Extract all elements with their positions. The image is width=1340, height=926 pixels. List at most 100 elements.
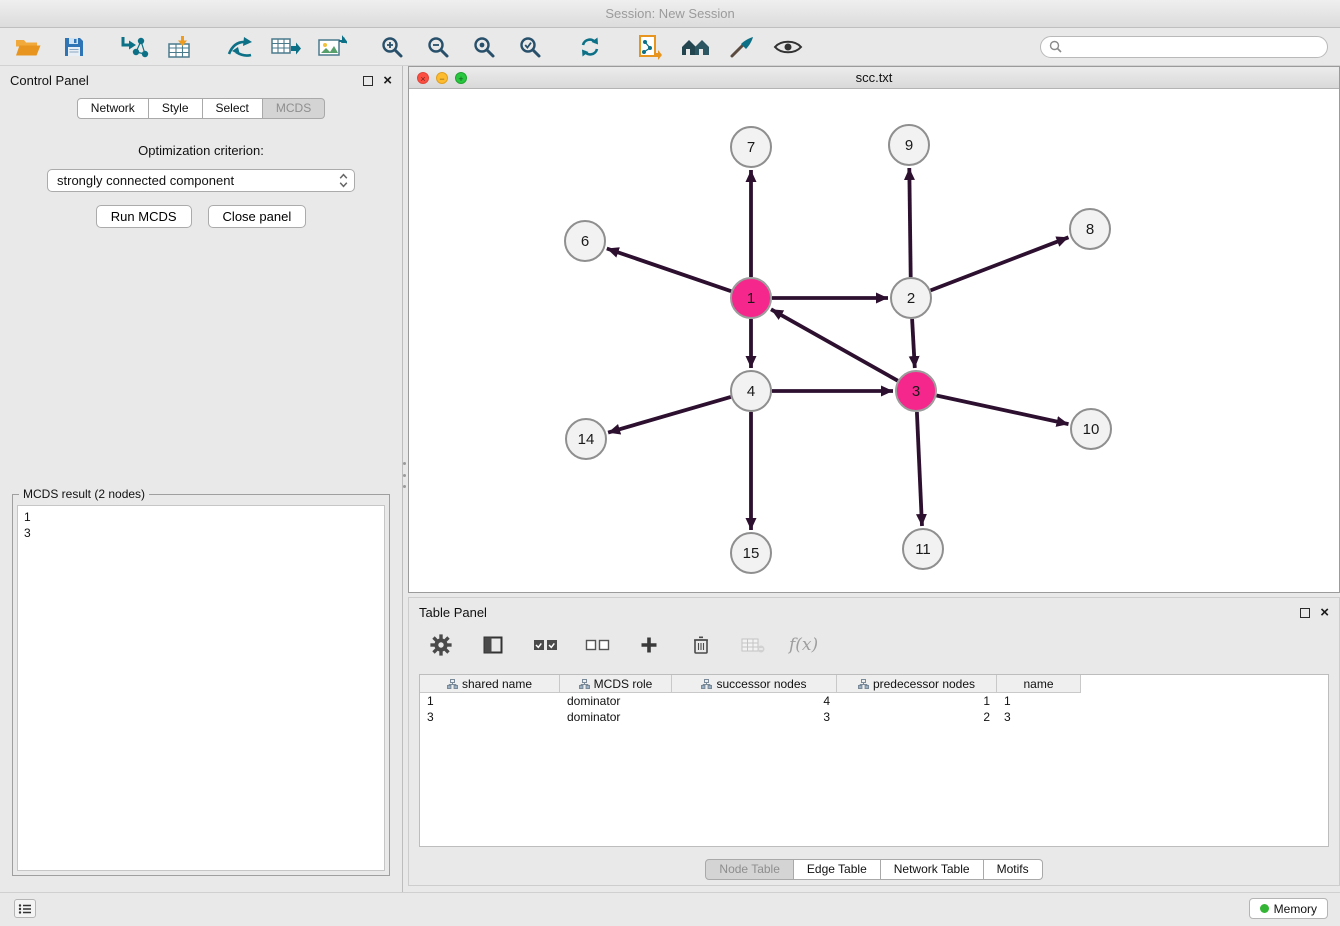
delete-table-icon xyxy=(741,637,765,653)
column-type-icon xyxy=(858,679,869,689)
delete-table-button[interactable] xyxy=(737,630,769,660)
graph-node-2[interactable]: 2 xyxy=(891,278,931,318)
delete-column-button[interactable] xyxy=(685,630,717,660)
zoom-selected-button[interactable] xyxy=(514,32,546,62)
tab-select[interactable]: Select xyxy=(203,98,263,119)
column-type-icon xyxy=(701,679,712,689)
function-builder-button[interactable]: f(x) xyxy=(789,635,818,655)
deselect-all-columns-button[interactable] xyxy=(581,630,613,660)
graph-node-7[interactable]: 7 xyxy=(731,127,771,167)
column-type-icon xyxy=(579,679,590,689)
zoom-in-button[interactable] xyxy=(376,32,408,62)
style-paint-button[interactable] xyxy=(726,32,758,62)
memory-button[interactable]: Memory xyxy=(1249,898,1328,919)
graph-node-label: 14 xyxy=(578,431,595,448)
show-columns-button[interactable] xyxy=(477,630,509,660)
traffic-minimize-icon[interactable] xyxy=(436,72,448,84)
table-settings-button[interactable] xyxy=(425,630,457,660)
tab-network[interactable]: Network xyxy=(77,98,149,119)
cell-mcds-role[interactable]: dominator xyxy=(560,709,672,725)
graph-edge-2-8[interactable] xyxy=(931,237,1069,290)
cell-shared-name[interactable]: 3 xyxy=(420,709,560,725)
select-all-columns-button[interactable] xyxy=(529,630,561,660)
graph-node-6[interactable]: 6 xyxy=(565,221,605,261)
cell-mcds-role[interactable]: dominator xyxy=(560,693,672,709)
table-row[interactable]: 3 dominator 3 2 3 xyxy=(420,709,1328,725)
open-session-button[interactable] xyxy=(12,32,44,62)
column-header-successor-nodes[interactable]: successor nodes xyxy=(672,675,837,693)
trash-icon xyxy=(693,635,709,655)
home-button[interactable] xyxy=(680,32,712,62)
table-row[interactable]: 1 dominator 4 1 1 xyxy=(420,693,1328,709)
graph-node-15[interactable]: 15 xyxy=(731,533,771,573)
search-field[interactable] xyxy=(1040,36,1328,58)
export-image-button[interactable] xyxy=(316,32,348,62)
save-session-button[interactable] xyxy=(58,32,90,62)
graph-node-3[interactable]: 3 xyxy=(896,371,936,411)
close-panel-button[interactable]: Close panel xyxy=(208,205,307,228)
column-header-mcds-role[interactable]: MCDS role xyxy=(560,675,672,693)
graph-edge-2-9[interactable] xyxy=(909,168,910,277)
network-table-button[interactable] xyxy=(270,32,302,62)
criterion-select[interactable]: strongly connected component xyxy=(47,169,355,192)
network-share-button[interactable] xyxy=(224,32,256,62)
tab-network-table[interactable]: Network Table xyxy=(881,859,984,880)
graph-node-9[interactable]: 9 xyxy=(889,125,929,165)
network-canvas[interactable]: 7 9 6 8 1 2 4 3 14 10 15 11 xyxy=(409,89,1339,591)
cell-predecessor-nodes[interactable]: 1 xyxy=(837,693,997,709)
graph-node-label: 2 xyxy=(907,290,915,307)
column-type-icon xyxy=(447,679,458,689)
cell-successor-nodes[interactable]: 3 xyxy=(672,709,837,725)
copy-view-button[interactable] xyxy=(634,32,666,62)
tab-edge-table[interactable]: Edge Table xyxy=(794,859,881,880)
import-table-button[interactable] xyxy=(164,32,196,62)
task-history-button[interactable] xyxy=(14,899,36,918)
graph-node-4[interactable]: 4 xyxy=(731,371,771,411)
graph-edge-1-6[interactable] xyxy=(607,249,731,292)
graph-node-11[interactable]: 11 xyxy=(903,529,943,569)
import-network-button[interactable] xyxy=(118,32,150,62)
tab-node-table[interactable]: Node Table xyxy=(705,859,794,880)
tab-mcds[interactable]: MCDS xyxy=(263,98,325,119)
column-header-shared-name[interactable]: shared name xyxy=(420,675,560,693)
graph-node-10[interactable]: 10 xyxy=(1071,409,1111,449)
vertical-splitter-handle[interactable] xyxy=(402,462,406,488)
tab-motifs[interactable]: Motifs xyxy=(984,859,1043,880)
eye-button[interactable] xyxy=(772,32,804,62)
run-mcds-button[interactable]: Run MCDS xyxy=(96,205,192,228)
traffic-zoom-icon[interactable] xyxy=(455,72,467,84)
float-panel-icon[interactable] xyxy=(363,76,373,86)
graph-edge-3-10[interactable] xyxy=(937,396,1069,425)
graph-node-label: 15 xyxy=(743,545,760,562)
column-header-predecessor-nodes[interactable]: predecessor nodes xyxy=(837,675,997,693)
mcds-result-list[interactable]: 1 3 xyxy=(17,505,385,871)
graph-node-14[interactable]: 14 xyxy=(566,419,606,459)
close-table-panel-icon[interactable] xyxy=(1320,608,1329,618)
graph-edge-4-14[interactable] xyxy=(608,397,731,433)
zoom-fit-button[interactable] xyxy=(468,32,500,62)
cell-successor-nodes[interactable]: 4 xyxy=(672,693,837,709)
control-panel-tabbar: Network Style Select MCDS xyxy=(0,92,402,119)
column-header-name[interactable]: name xyxy=(997,675,1081,693)
network-window-titlebar[interactable]: scc.txt xyxy=(409,67,1339,89)
search-input[interactable] xyxy=(1067,40,1319,54)
optimization-criterion-label: Optimization criterion: xyxy=(0,143,402,158)
float-table-panel-icon[interactable] xyxy=(1300,608,1310,618)
cell-predecessor-nodes[interactable]: 2 xyxy=(837,709,997,725)
graph-node-8[interactable]: 8 xyxy=(1070,209,1110,249)
graph-edge-3-11[interactable] xyxy=(917,412,922,526)
graph-node-1[interactable]: 1 xyxy=(731,278,771,318)
tab-style[interactable]: Style xyxy=(149,98,203,119)
cell-shared-name[interactable]: 1 xyxy=(420,693,560,709)
create-column-button[interactable] xyxy=(633,630,665,660)
cell-name[interactable]: 1 xyxy=(997,693,1081,709)
graph-edge-2-3[interactable] xyxy=(912,319,915,368)
graph-edge-3-1[interactable] xyxy=(771,309,898,380)
network-table-icon xyxy=(271,35,301,59)
close-panel-icon[interactable] xyxy=(383,76,392,86)
refresh-button[interactable] xyxy=(574,32,606,62)
cell-name[interactable]: 3 xyxy=(997,709,1081,725)
zoom-out-button[interactable] xyxy=(422,32,454,62)
plus-icon xyxy=(640,636,658,654)
traffic-close-icon[interactable] xyxy=(417,72,429,84)
